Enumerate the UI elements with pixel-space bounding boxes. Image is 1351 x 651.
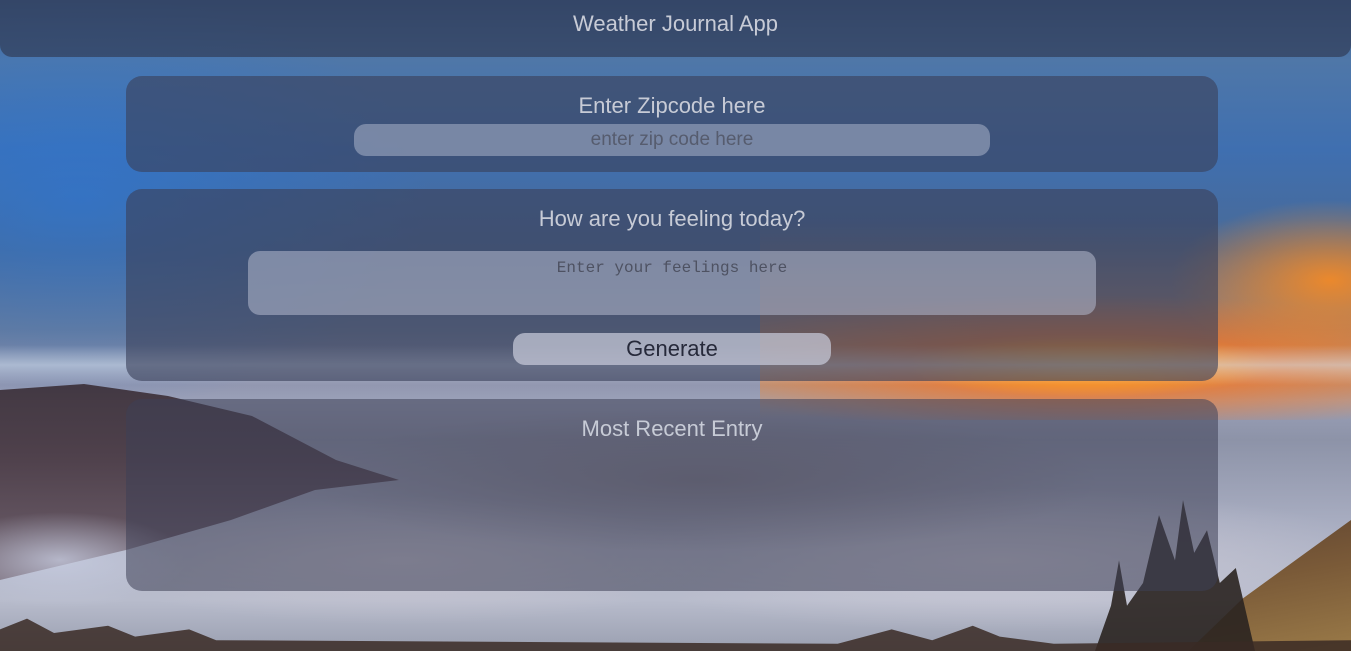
feelings-label: How are you feeling today? <box>538 206 806 231</box>
app-header: Weather Journal App <box>0 0 1351 57</box>
zip-section: Enter Zipcode here <box>126 76 1218 172</box>
recent-entry-title: Most Recent Entry <box>581 416 763 441</box>
app-title: Weather Journal App <box>572 11 779 36</box>
zip-input[interactable] <box>354 124 990 156</box>
generate-button[interactable]: Generate <box>513 333 831 365</box>
feelings-section: How are you feeling today? Generate <box>126 189 1218 381</box>
feelings-input[interactable] <box>248 251 1096 315</box>
zip-label: Enter Zipcode here <box>578 93 766 118</box>
recent-entry-section: Most Recent Entry <box>126 399 1218 591</box>
